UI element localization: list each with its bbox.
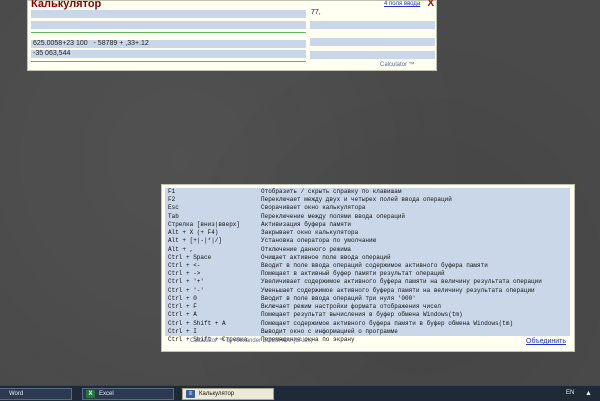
- hotkey-description: Помещает результат вычисления в буфер об…: [261, 311, 463, 319]
- operation-input-1[interactable]: [31, 10, 306, 18]
- hotkey-key: Ctrl + Space: [168, 253, 212, 261]
- hotkey-key: Ctrl + '-': [168, 286, 205, 294]
- hotkey-description: Уменьшает содержимое активного буфера па…: [261, 286, 535, 294]
- hotkey-description: Отключение данного режима: [261, 245, 352, 253]
- taskbar: Word X Excel ≡ Калькулятор EN ▲: [0, 385, 600, 401]
- hotkey-key: Esc: [168, 204, 179, 212]
- hotkey-key: Ctrl + F: [168, 303, 197, 311]
- hotkey-description: Сворачивает окно калькулятора: [261, 204, 366, 212]
- hotkey-key: F1: [168, 188, 176, 195]
- result-2-field: 0: [310, 21, 435, 29]
- separator-line: [31, 32, 306, 33]
- hotkey-row: Ctrl + <- Вводит в поле ввода операций со…: [165, 262, 570, 270]
- result-1: 77,: [311, 9, 321, 16]
- hotkey-row: Alt + [+|-|*|/] Установка оператора по ум…: [165, 237, 570, 245]
- hotkey-row: Ctrl + -> Помещает в активный буфер памят…: [165, 270, 570, 278]
- hotkey-description: Выводит окно с информацией о программе: [261, 327, 398, 335]
- hotkey-row: Ctrl + F Включает режим настройки формата…: [165, 303, 570, 311]
- help-footer: Calculator ™ by Alexander BOLSHOV (bAlex…: [190, 338, 313, 344]
- hotkey-key: Стрелка [вниз|вверх]: [168, 220, 241, 228]
- calculator-footer: Calculator ™: [380, 62, 415, 68]
- hotkey-key: Alt + [+|-|*|/]: [168, 237, 223, 245]
- hotkey-row: Ctrl + Shift + A Помещает содержимое акти…: [165, 320, 570, 328]
- hotkey-row: F2 Переключает между двух и четырех полей…: [165, 196, 570, 204]
- hotkeys-table: F1 Отобразить / скрыть справку по клавиша…: [165, 188, 570, 343]
- taskbar-item-word[interactable]: Word: [0, 388, 72, 400]
- hotkey-key: Ctrl + <-: [168, 261, 201, 269]
- hotkey-description: Установка оператора по умолчанию: [261, 237, 377, 245]
- hotkey-key: Alt + X (+ F4): [168, 229, 219, 237]
- hotkey-key: Ctrl + I: [168, 327, 197, 335]
- hotkey-description: Переключает между двух и четырех полей в…: [261, 196, 452, 204]
- hotkey-key: Ctrl + 0: [168, 294, 197, 302]
- merge-link[interactable]: Объединить: [526, 338, 566, 345]
- hotkey-key: Ctrl + A: [168, 311, 197, 319]
- hotkey-description: Закрывает окно калькулятора: [261, 229, 359, 237]
- operation-input-3[interactable]: 625.0058+23 100 - 58789 + ,33+.12: [31, 40, 306, 48]
- excel-icon: X: [86, 390, 95, 398]
- hotkey-description: Помещает в активный буфер памяти результ…: [261, 270, 445, 278]
- taskbar-label-word: Word: [9, 391, 24, 397]
- hotkey-row: Стрелка [вниз|вверх] Активизация буфера п…: [165, 221, 570, 229]
- hotkey-key: Ctrl + ->: [168, 270, 201, 278]
- hotkey-description: Включает режим настройки формата отображ…: [261, 303, 442, 311]
- help-window: F1 Отобразить / скрыть справку по клавиша…: [161, 184, 575, 352]
- hotkey-row: Ctrl + 0 Вводит в поле ввода операций три…: [165, 295, 570, 303]
- hotkey-description: Вводит в поле ввода операций три нуля '0…: [261, 294, 416, 302]
- hotkey-key: Ctrl + '+': [168, 278, 205, 286]
- hotkey-description: Отобразить / скрыть справку по клавишам: [261, 188, 402, 195]
- hotkey-row: Ctrl + '+' Увеличивает содержимое активно…: [165, 278, 570, 286]
- taskbar-label-excel: Excel: [99, 391, 114, 397]
- hotkey-row: F1 Отобразить / скрыть справку по клавиша…: [165, 188, 570, 196]
- hotkey-row: Ctrl + Space Очищает активное поле ввода …: [165, 254, 570, 262]
- calculator-icon: ≡: [186, 390, 195, 398]
- hotkey-description: Переключение между полями ввода операций: [261, 212, 406, 220]
- hotkey-description: Очищает активное поле ввода операций: [261, 253, 391, 261]
- calculator-title: Калькулятор: [31, 0, 102, 10]
- hotkey-description: Активизация буфера памяти: [261, 220, 352, 228]
- taskbar-label-calculator: Калькулятор: [199, 391, 235, 397]
- four-fields-link[interactable]: 4 поля ввода: [384, 1, 420, 7]
- hotkey-row: Esc Сворачивает окно калькулятора: [165, 204, 570, 212]
- hotkey-key: Tab: [168, 212, 179, 220]
- hotkey-key: Alt + ,: [168, 245, 194, 253]
- hotkey-description: Вводит в поле ввода операций содержимое …: [261, 261, 488, 269]
- calculator-window: Калькулятор 4 поля ввода X 77, 0 625.005…: [27, 0, 437, 71]
- hotkey-row: Ctrl + '-' Уменьшает содержимое активного…: [165, 287, 570, 295]
- taskbar-item-excel[interactable]: X Excel: [82, 388, 174, 400]
- hotkey-row: Ctrl + I Выводит окно с информацией о про…: [165, 328, 570, 336]
- hotkey-row: Alt + X (+ F4) Закрывает окно калькулятор…: [165, 229, 570, 237]
- hotkey-key: Ctrl + Shift + A: [168, 319, 226, 327]
- hotkey-key: F2: [168, 196, 176, 204]
- hotkey-row: Ctrl + A Помещает результат вычисления в …: [165, 311, 570, 319]
- hotkey-description: Помещает содержимое активного буфера пам…: [261, 319, 514, 327]
- result-3-field: 0: [310, 38, 435, 46]
- tray-icon[interactable]: ▲: [585, 390, 592, 397]
- separator-line-2: [31, 61, 306, 62]
- hotkey-description: Увеличивает содержимое активного буфера …: [261, 278, 542, 286]
- taskbar-item-calculator[interactable]: ≡ Калькулятор: [182, 388, 274, 400]
- operation-input-2[interactable]: [31, 21, 306, 29]
- result-4-field: 0: [310, 51, 435, 59]
- hotkey-row: Tab Переключение между полями ввода опера…: [165, 213, 570, 221]
- operation-input-4[interactable]: -35 063,544: [31, 50, 306, 58]
- hotkey-row: Alt + , Отключение данного режима: [165, 246, 570, 254]
- close-button[interactable]: X: [427, 0, 434, 9]
- language-indicator[interactable]: EN: [566, 390, 574, 396]
